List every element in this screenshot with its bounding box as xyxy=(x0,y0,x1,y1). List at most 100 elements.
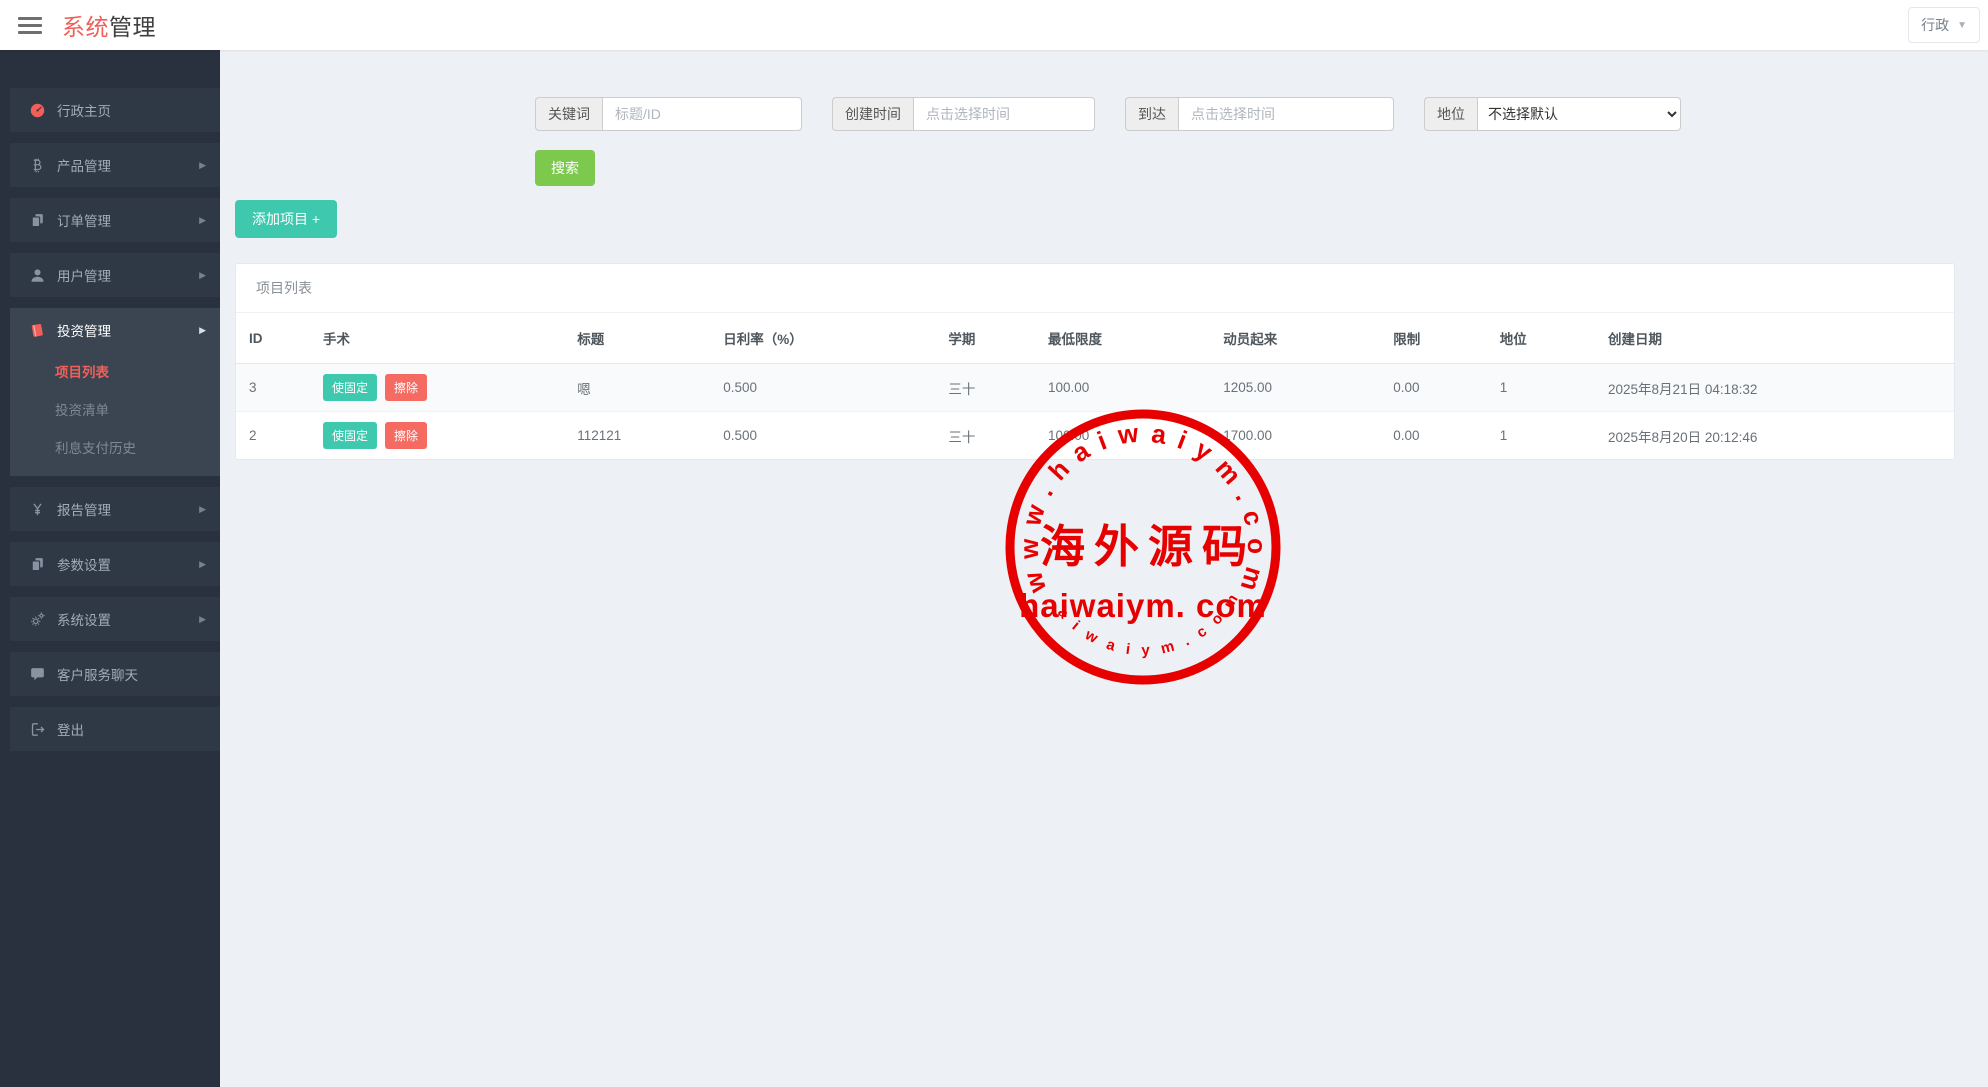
end-time-filter-group: 到达 xyxy=(1125,97,1394,131)
sidebar-item-admin-home[interactable]: 行政主页 xyxy=(10,88,220,132)
end-time-label: 到达 xyxy=(1125,97,1178,131)
keyword-input[interactable] xyxy=(602,97,802,131)
column-header: 标题 xyxy=(569,313,715,364)
end-time-input[interactable] xyxy=(1178,97,1394,131)
sidebar-item-investment-mgmt[interactable]: 投资管理▶ xyxy=(10,308,220,352)
column-header: 限制 xyxy=(1385,313,1492,364)
book-icon xyxy=(29,322,46,339)
sidebar-item-label: 报告管理 xyxy=(57,499,111,519)
nav-block: 系统设置 ▶ xyxy=(10,597,220,641)
cell-term: 三十 xyxy=(940,412,1040,460)
column-header: 学期 xyxy=(940,313,1040,364)
files-icon xyxy=(29,556,46,573)
cell-created: 2025年8月20日 20:12:46 xyxy=(1600,412,1954,460)
sidebar-subitem[interactable]: 项目列表 xyxy=(10,352,220,390)
search-button[interactable]: 搜索 xyxy=(535,150,595,186)
page-title: 系统管理 xyxy=(62,8,156,42)
brand-accent: 系统 xyxy=(62,14,109,40)
delete-button[interactable]: 擦除 xyxy=(385,422,427,449)
chevron-right-icon: ▶ xyxy=(199,504,206,515)
status-label: 地位 xyxy=(1424,97,1477,131)
nav-block: 订单管理 ▶ xyxy=(10,198,220,242)
projects-table: ID手术标题日利率（%）学期最低限度动员起来限制地位创建日期 3使固定擦除嗯0.… xyxy=(236,313,1954,459)
cell-id: 3 xyxy=(236,364,315,412)
sidebar-item-label: 系统设置 xyxy=(57,609,111,629)
sidebar-item-label: 产品管理 xyxy=(57,155,111,175)
gears-icon xyxy=(29,611,46,628)
sidebar: 行政主页产品管理▶订单管理▶用户管理▶投资管理▶项目列表投资清单利息支付历史报告… xyxy=(0,50,220,1087)
nav-block: 用户管理▶ xyxy=(10,253,220,297)
column-header: 地位 xyxy=(1492,313,1600,364)
actions-cell: 使固定擦除 xyxy=(315,412,569,460)
cell-title: 嗯 xyxy=(569,364,715,412)
nav-block: 行政主页 xyxy=(10,88,220,132)
nav-block: 登出 xyxy=(10,707,220,751)
sidebar-item-label: 订单管理 xyxy=(57,210,111,230)
delete-button[interactable]: 擦除 xyxy=(385,374,427,401)
user-menu-button[interactable]: 行政 ▼ xyxy=(1908,7,1980,43)
nav-block: 参数设置▶ xyxy=(10,542,220,586)
nav-block: 产品管理▶ xyxy=(10,143,220,187)
sidebar-item-logout[interactable]: 登出 xyxy=(10,707,220,751)
sidebar-item-customer-service[interactable]: 客户服务聊天 xyxy=(10,652,220,696)
sidebar-item-parameter-settings[interactable]: 参数设置▶ xyxy=(10,542,220,586)
yen-icon xyxy=(29,501,46,518)
created-time-label: 创建时间 xyxy=(832,97,913,131)
column-header: 最低限度 xyxy=(1040,313,1215,364)
sidebar-nav: 行政主页产品管理▶订单管理▶用户管理▶投资管理▶项目列表投资清单利息支付历史报告… xyxy=(0,50,220,751)
chevron-right-icon: ▶ xyxy=(199,614,206,625)
sidebar-item-system-settings[interactable]: 系统设置 ▶ xyxy=(10,597,220,641)
sidebar-subitem[interactable]: 利息支付历史 xyxy=(10,428,220,466)
cell-min: 100.00 xyxy=(1040,412,1215,460)
table-header-row: ID手术标题日利率（%）学期最低限度动员起来限制地位创建日期 xyxy=(236,313,1954,364)
hamburger-menu-icon[interactable] xyxy=(18,13,42,38)
topbar: 系统管理 行政 ▼ xyxy=(0,0,1988,50)
cell-limit: 0.00 xyxy=(1385,412,1492,460)
bitcoin-icon xyxy=(29,157,46,174)
column-header: 创建日期 xyxy=(1600,313,1954,364)
sidebar-item-user-mgmt[interactable]: 用户管理▶ xyxy=(10,253,220,297)
column-header: ID xyxy=(236,313,315,364)
add-project-button[interactable]: 添加项目 + xyxy=(235,200,337,238)
cell-limit: 0.00 xyxy=(1385,364,1492,412)
fix-button[interactable]: 使固定 xyxy=(323,374,377,401)
column-header: 动员起来 xyxy=(1215,313,1385,364)
sidebar-item-label: 行政主页 xyxy=(57,100,111,120)
cell-rate: 0.500 xyxy=(715,364,940,412)
column-header: 日利率（%） xyxy=(715,313,940,364)
sidebar-item-label: 参数设置 xyxy=(57,554,111,574)
chevron-right-icon: ▶ xyxy=(199,325,206,336)
nav-block: 报告管理 ▶ xyxy=(10,487,220,531)
brand-rest: 管理 xyxy=(109,14,156,40)
cell-status: 1 xyxy=(1492,412,1600,460)
user-icon xyxy=(29,267,46,284)
project-list-panel: 项目列表 ID手术标题日利率（%）学期最低限度动员起来限制地位创建日期 3使固定… xyxy=(235,263,1955,460)
sidebar-subitem[interactable]: 投资清单 xyxy=(10,390,220,428)
chat-icon xyxy=(29,666,46,683)
cell-status: 1 xyxy=(1492,364,1600,412)
cell-created: 2025年8月21日 04:18:32 xyxy=(1600,364,1954,412)
status-select[interactable]: 不选择默认 xyxy=(1477,97,1681,131)
cell-raised: 1205.00 xyxy=(1215,364,1385,412)
created-time-filter-group: 创建时间 xyxy=(832,97,1095,131)
chevron-right-icon: ▶ xyxy=(199,215,206,226)
gauge-icon xyxy=(29,102,46,119)
nav-block: 客户服务聊天 xyxy=(10,652,220,696)
cell-term: 三十 xyxy=(940,364,1040,412)
sidebar-item-order-mgmt[interactable]: 订单管理 ▶ xyxy=(10,198,220,242)
status-filter-group: 地位 不选择默认 xyxy=(1424,97,1681,131)
fix-button[interactable]: 使固定 xyxy=(323,422,377,449)
signout-icon xyxy=(29,721,46,738)
panel-title: 项目列表 xyxy=(236,264,1954,313)
sidebar-item-product-mgmt[interactable]: 产品管理▶ xyxy=(10,143,220,187)
files-icon xyxy=(29,212,46,229)
column-header: 手术 xyxy=(315,313,569,364)
table-row: 2使固定擦除1121210.500三十100.001700.000.001202… xyxy=(236,412,1954,460)
actions-cell: 使固定擦除 xyxy=(315,364,569,412)
sidebar-item-report-mgmt[interactable]: 报告管理 ▶ xyxy=(10,487,220,531)
filter-bar: 关键词 创建时间 到达 地位 不选择默认 xyxy=(535,97,1955,131)
chevron-down-icon: ▼ xyxy=(1957,20,1967,31)
cell-rate: 0.500 xyxy=(715,412,940,460)
created-time-input[interactable] xyxy=(913,97,1095,131)
cell-min: 100.00 xyxy=(1040,364,1215,412)
